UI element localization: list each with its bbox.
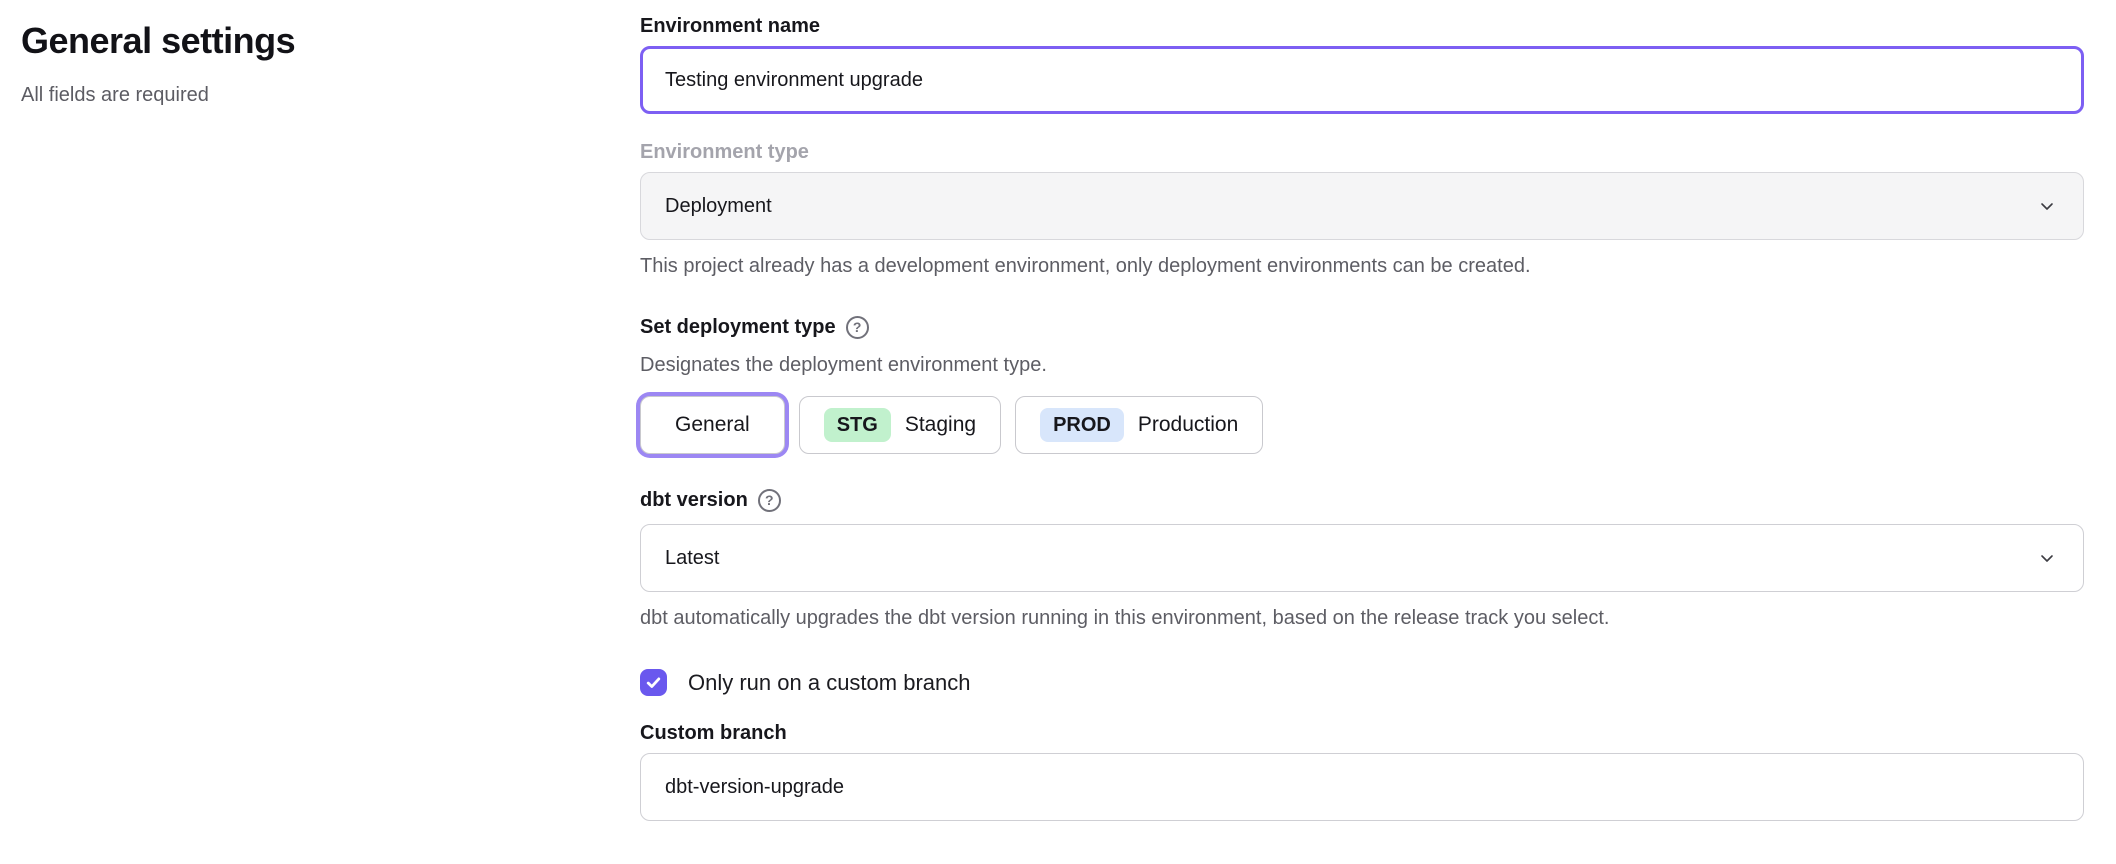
dbt-version-value: Latest bbox=[665, 547, 719, 570]
dbt-version-label: dbt version bbox=[640, 488, 748, 512]
general-settings-page: General settings All fields are required… bbox=[0, 0, 2116, 864]
chevron-down-icon bbox=[2037, 548, 2057, 568]
custom-branch-input[interactable] bbox=[640, 753, 2084, 821]
deployment-type-label: Set deployment type bbox=[640, 315, 836, 339]
deployment-type-production-button[interactable]: PROD Production bbox=[1015, 396, 1263, 454]
deployment-type-helper: Designates the deployment environment ty… bbox=[640, 353, 2084, 378]
settings-header: General settings All fields are required bbox=[21, 20, 581, 107]
custom-branch-toggle-label: Only run on a custom branch bbox=[688, 670, 970, 696]
deployment-type-general-button[interactable]: General bbox=[640, 396, 785, 454]
page-title: General settings bbox=[21, 20, 581, 62]
staging-button-label: Staging bbox=[905, 413, 976, 437]
dbt-version-helper: dbt automatically upgrades the dbt versi… bbox=[640, 606, 2084, 631]
chevron-down-icon bbox=[2037, 196, 2057, 216]
dbt-version-select[interactable]: Latest bbox=[640, 524, 2084, 592]
environment-type-label: Environment type bbox=[640, 140, 2084, 164]
checkbox-checked-icon[interactable] bbox=[640, 669, 667, 696]
staging-badge: STG bbox=[824, 408, 891, 442]
deployment-type-options: General STG Staging PROD Production bbox=[640, 396, 2084, 454]
deployment-type-staging-button[interactable]: STG Staging bbox=[799, 396, 1001, 454]
environment-name-input[interactable] bbox=[640, 46, 2084, 114]
help-icon[interactable]: ? bbox=[758, 489, 781, 512]
custom-branch-toggle-row[interactable]: Only run on a custom branch bbox=[640, 669, 2084, 696]
environment-type-select: Deployment bbox=[640, 172, 2084, 240]
environment-type-helper: This project already has a development e… bbox=[640, 254, 2084, 279]
environment-settings-form: Environment name Environment type Deploy… bbox=[640, 14, 2084, 821]
general-button-label: General bbox=[675, 413, 750, 437]
help-icon[interactable]: ? bbox=[846, 316, 869, 339]
page-subtitle: All fields are required bbox=[21, 84, 581, 107]
production-badge: PROD bbox=[1040, 408, 1124, 442]
custom-branch-label: Custom branch bbox=[640, 721, 2084, 745]
environment-name-label: Environment name bbox=[640, 14, 2084, 38]
environment-type-value: Deployment bbox=[665, 195, 772, 218]
production-button-label: Production bbox=[1138, 413, 1238, 437]
